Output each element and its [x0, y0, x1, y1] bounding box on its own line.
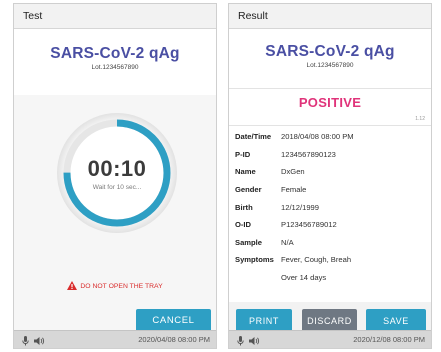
detail-label: Birth	[235, 202, 253, 212]
status-bar: 2020/12/08 08:00 PM	[229, 330, 431, 348]
detail-row: P-ID 1234567890123	[235, 146, 427, 164]
warning-text: DO NOT OPEN THE TRAY	[80, 283, 163, 290]
detail-value: Fever, Cough, Breah	[281, 255, 352, 265]
detail-row: O-ID P123456789012	[235, 216, 427, 234]
result-status: POSITIVE	[298, 95, 362, 110]
product-header: SARS-CoV-2 qAg Lot.1234567890	[14, 29, 216, 95]
detail-row: Over 14 days	[235, 269, 427, 287]
patient-details: Date/Time 2018/04/08 08:00 PM P-ID 12345…	[235, 128, 427, 286]
status-time: 2020/04/08 08:00 PM	[138, 335, 210, 344]
wait-message: Wait for 10 sec...	[92, 184, 142, 191]
lot-number: Lot.1234567890	[306, 62, 354, 69]
detail-row: Sample N/A	[235, 234, 427, 252]
detail-row: Birth 12/12/1999	[235, 198, 427, 216]
detail-label: Sample	[235, 237, 263, 247]
result-screen: Result SARS-CoV-2 qAg Lot.1234567890 POS…	[228, 3, 432, 349]
status-bar: 2020/04/08 08:00 PM	[14, 330, 216, 348]
speaker-icon[interactable]	[249, 335, 260, 348]
detail-label: Symptoms	[235, 255, 274, 265]
detail-label: Gender	[235, 185, 262, 195]
detail-value: 2018/04/08 08:00 PM	[281, 132, 354, 142]
lot-number: Lot.1234567890	[91, 64, 139, 71]
product-name: SARS-CoV-2 qAg	[265, 43, 395, 60]
warning-triangle-icon	[67, 281, 78, 292]
countdown-ring: 00:10 Wait for 10 sec...	[56, 112, 178, 234]
divider	[229, 88, 431, 89]
detail-row: Date/Time 2018/04/08 08:00 PM	[235, 128, 427, 146]
detail-label: O-ID	[235, 220, 252, 230]
status-time: 2020/12/08 08:00 PM	[353, 335, 425, 344]
detail-label: Name	[235, 167, 256, 177]
detail-label: P-ID	[235, 149, 251, 159]
speaker-icon[interactable]	[34, 335, 45, 348]
version-label: 1.12	[415, 116, 425, 122]
divider	[229, 125, 431, 126]
screen-title: Test	[14, 4, 216, 29]
detail-value: Over 14 days	[281, 273, 327, 283]
detail-value: P123456789012	[281, 220, 337, 230]
detail-row: Name DxGen	[235, 163, 427, 181]
screen-title: Result	[229, 4, 431, 29]
detail-value: DxGen	[281, 167, 305, 177]
detail-row: Gender Female	[235, 181, 427, 199]
detail-value: N/A	[281, 237, 294, 247]
detail-row: Symptoms Fever, Cough, Breah	[235, 251, 427, 269]
microphone-icon[interactable]	[22, 335, 29, 348]
microphone-icon[interactable]	[237, 335, 244, 348]
test-screen: Test SARS-CoV-2 qAg Lot.1234567890 00:10…	[13, 3, 217, 349]
tray-warning: DO NOT OPEN THE TRAY	[14, 281, 216, 292]
product-name: SARS-CoV-2 qAg	[50, 45, 180, 62]
detail-value: 1234567890123	[281, 149, 336, 159]
detail-value: 12/12/1999	[281, 202, 320, 212]
countdown-timer: 00:10	[87, 156, 147, 181]
detail-value: Female	[281, 185, 307, 195]
detail-label: Date/Time	[235, 132, 272, 142]
